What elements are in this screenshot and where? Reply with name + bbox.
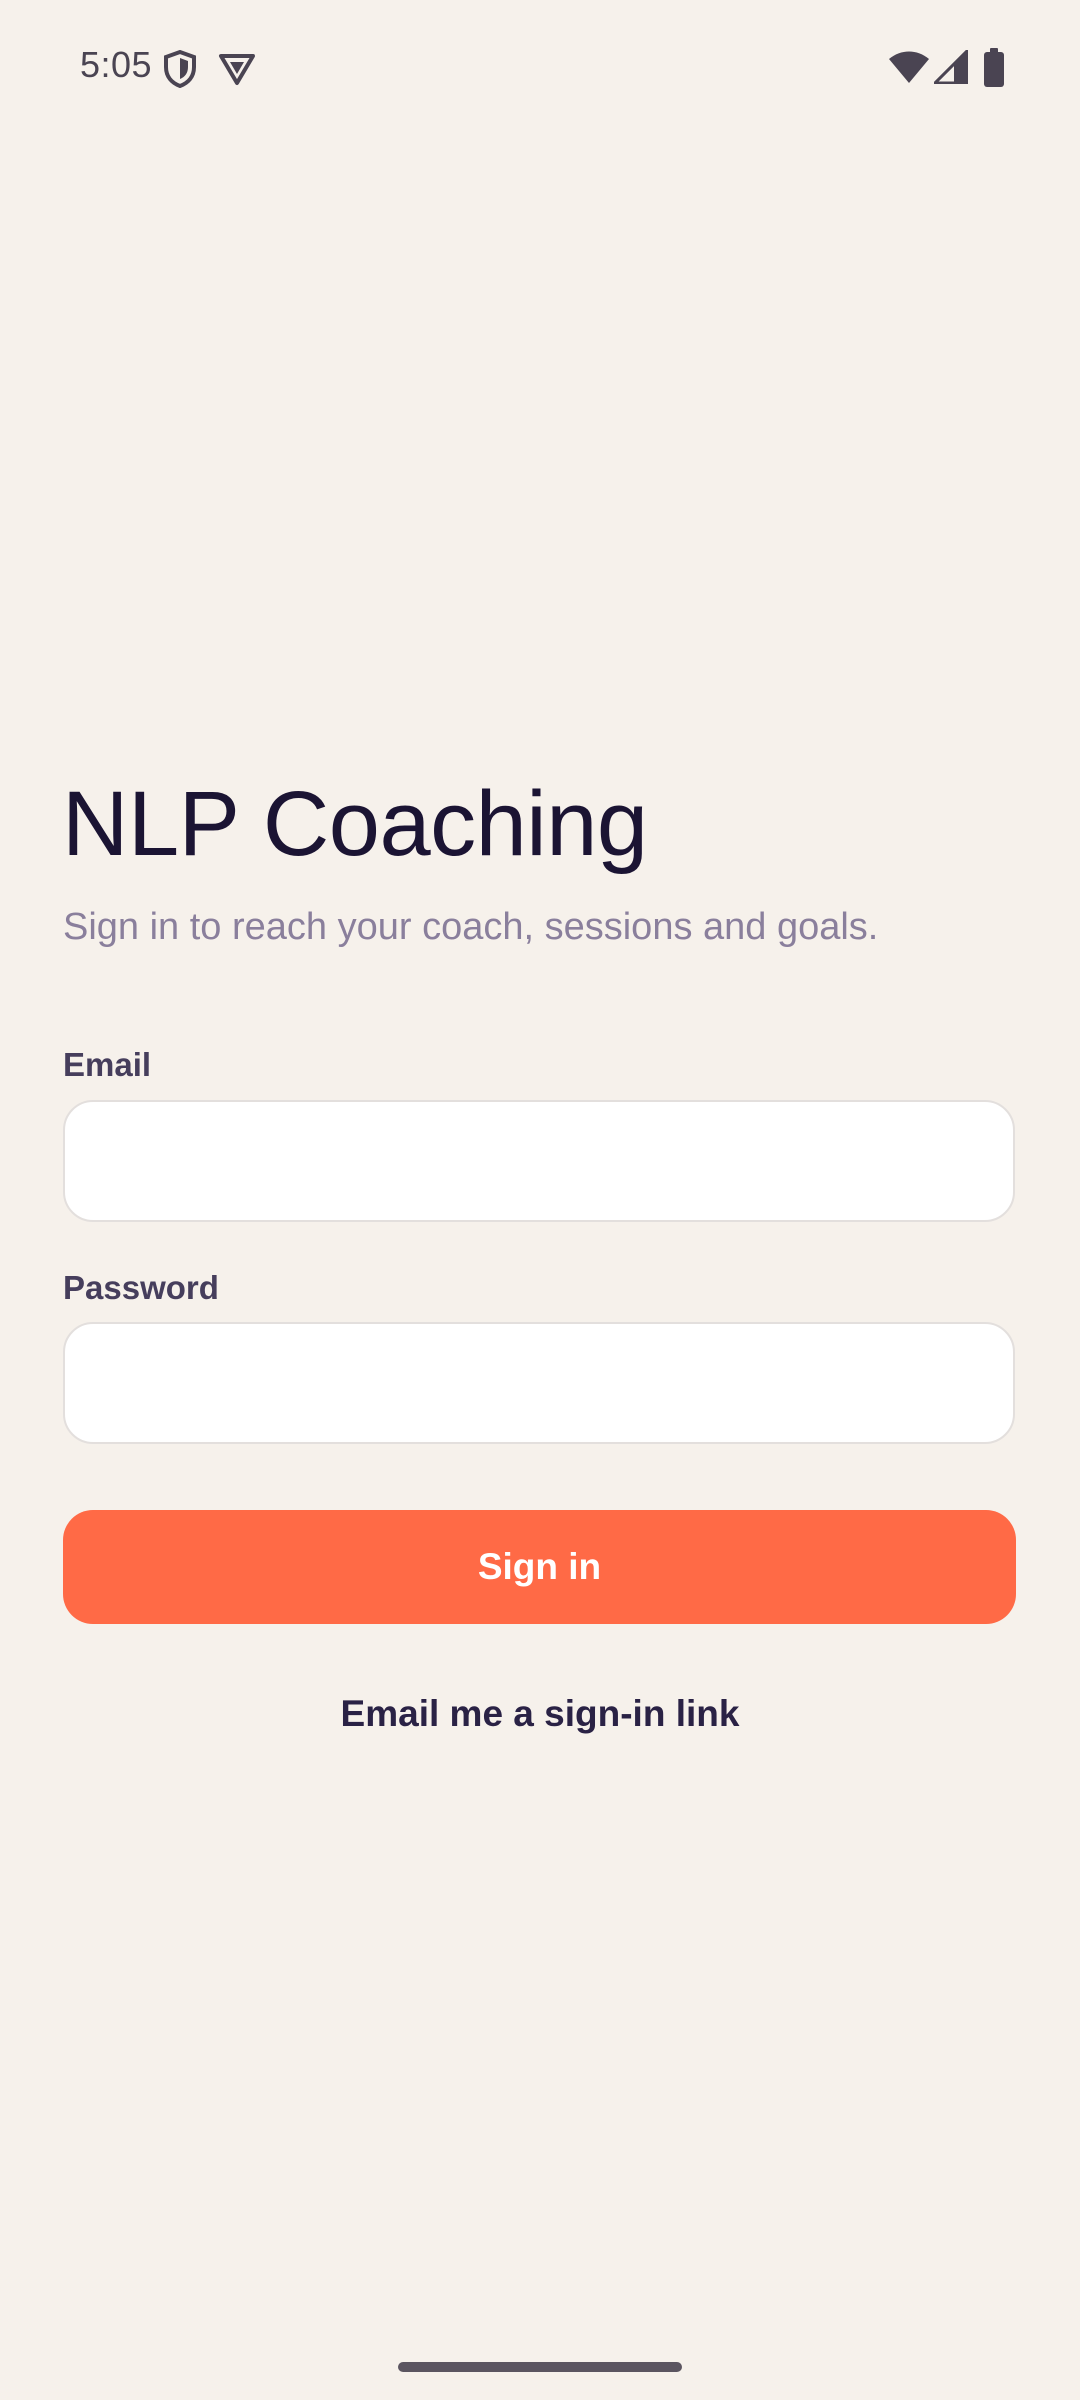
battery-icon [984,48,1004,87]
email-field[interactable] [63,1100,1015,1222]
app-title: NLP Coaching [62,773,648,875]
wifi-icon [889,51,929,83]
password-field[interactable] [63,1322,1015,1444]
email-sign-in-link-button[interactable]: Email me a sign-in link [0,1684,1080,1744]
email-sign-in-link-label: Email me a sign-in link [340,1693,740,1734]
shield-icon [164,50,196,88]
app-subtitle: Sign in to reach your coach, sessions an… [63,906,879,948]
home-indicator[interactable] [398,2362,682,2372]
vpn-triangle-icon [219,54,255,85]
cell-signal-icon [934,50,968,84]
password-label: Password [63,1269,219,1306]
status-time: 5:05 [80,44,153,85]
sign-in-button[interactable]: Sign in [63,1510,1016,1624]
sign-in-button-label: Sign in [477,1546,602,1587]
status-bar: 5:05 [0,0,1080,136]
email-label: Email [63,1046,152,1083]
